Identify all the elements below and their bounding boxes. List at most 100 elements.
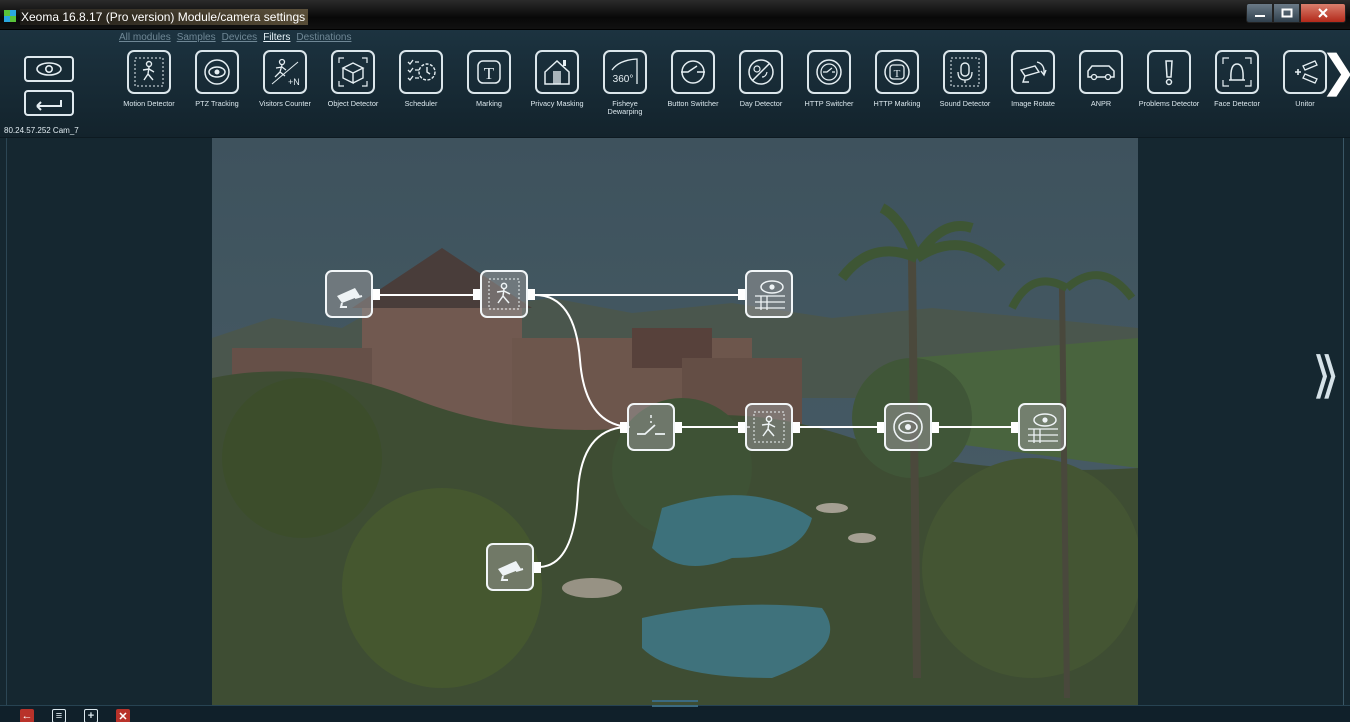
maximize-button[interactable] (1273, 3, 1300, 23)
module-marking[interactable]: T Marking (458, 50, 520, 108)
module-visitors-counter[interactable]: +N Visitors Counter (254, 50, 316, 108)
preview-archive-icon (755, 280, 785, 310)
graph-node-ptz-tracking[interactable] (877, 403, 939, 451)
switcher-icon (637, 415, 665, 435)
object-detector-icon (331, 50, 375, 94)
face-detector-icon (1215, 50, 1259, 94)
view-controls (24, 56, 74, 124)
panel-grip-handle[interactable] (652, 700, 698, 707)
module-label: PTZ Tracking (195, 99, 239, 108)
fisheye-icon: 360° (603, 50, 647, 94)
module-object-detector[interactable]: Object Detector (322, 50, 384, 108)
module-face-detector[interactable]: Face Detector (1206, 50, 1268, 108)
module-privacy-masking[interactable]: Privacy Masking (526, 50, 588, 108)
add-camera-button[interactable]: + (84, 709, 98, 722)
tab-devices[interactable]: Devices (222, 32, 258, 43)
left-panel (0, 138, 212, 705)
graph-node-camera[interactable] (486, 543, 541, 591)
module-http-marking[interactable]: T HTTP Marking (866, 50, 928, 108)
list-view-button[interactable]: ≡ (52, 709, 66, 722)
xeoma-logo-icon (4, 10, 16, 22)
module-label: Face Detector (1214, 99, 1260, 108)
module-day-detector[interactable]: Day Detector (730, 50, 792, 108)
module-anpr[interactable]: ANPR (1070, 50, 1132, 108)
module-label: Fisheye Dewarping (607, 99, 643, 116)
image-rotate-icon (1011, 50, 1055, 94)
return-arrow-icon (36, 100, 62, 111)
tab-filters[interactable]: Filters (263, 32, 290, 43)
module-label: Scheduler (404, 99, 438, 108)
motion-detector-icon (127, 50, 171, 94)
visitors-counter-icon: +N (263, 50, 307, 94)
module-label: HTTP Marking (873, 99, 921, 108)
day-detector-icon (739, 50, 783, 94)
module-label: Marking (476, 99, 502, 108)
module-label: Motion Detector (123, 99, 175, 108)
maximize-icon (1281, 8, 1292, 18)
module-label: Object Detector (327, 99, 379, 108)
modules-scroll-right-button[interactable]: ❯ (1320, 50, 1350, 94)
back-red-button[interactable]: ← (20, 709, 34, 722)
http-marking-icon: T (875, 50, 919, 94)
back-button[interactable] (24, 90, 74, 116)
module-label: Unitor (1295, 99, 1315, 108)
module-problems-detector[interactable]: Problems Detector (1138, 50, 1200, 108)
delete-camera-button[interactable]: ✕ (116, 709, 130, 722)
scheduler-icon (399, 50, 443, 94)
ptz-tracking-icon (195, 50, 239, 94)
graph-node-motion-detector[interactable] (473, 270, 535, 318)
window-controls (1246, 3, 1346, 23)
bottom-toolbar: ← ≡ + ✕ (0, 700, 1350, 722)
module-button-switcher[interactable]: Button Switcher (662, 50, 724, 108)
module-ptz-tracking[interactable]: PTZ Tracking (186, 50, 248, 108)
motion-detector-icon (488, 278, 520, 310)
svg-text:+N: +N (288, 77, 300, 87)
anpr-icon (1079, 50, 1123, 94)
http-switcher-icon (807, 50, 851, 94)
motion-detector-icon (753, 411, 785, 443)
graph-node-preview-archive[interactable] (738, 270, 793, 318)
arrow-left-icon: ← (21, 710, 33, 722)
ptz-tracking-icon (893, 412, 923, 442)
module-fisheye-dewarping[interactable]: 360° Fisheye Dewarping (594, 50, 656, 116)
module-label: Image Rotate (1011, 99, 1055, 108)
graph-node-camera[interactable] (325, 270, 380, 318)
sound-detector-icon (943, 50, 987, 94)
module-sound-detector[interactable]: Sound Detector (934, 50, 996, 108)
marking-icon: T (467, 50, 511, 94)
camera-icon (498, 561, 524, 581)
camera-icon (337, 288, 363, 308)
preview-mode-button[interactable] (24, 56, 74, 82)
window-title: Xeoma 16.8.17 (Pro version) Module/camer… (20, 9, 309, 25)
camera-address-label: 80.24.57.252 Cam_7 (4, 126, 79, 135)
module-label: Sound Detector (939, 99, 991, 108)
privacy-masking-icon (535, 50, 579, 94)
module-http-switcher[interactable]: HTTP Switcher (798, 50, 860, 108)
graph-node-switcher[interactable] (620, 403, 682, 451)
module-label: Button Switcher (667, 99, 719, 108)
module-label: Problems Detector (1138, 99, 1200, 108)
tab-samples[interactable]: Samples (177, 32, 216, 43)
minimize-icon (1254, 15, 1265, 17)
close-button[interactable] (1300, 3, 1346, 23)
module-label: Visitors Counter (259, 99, 311, 108)
minimize-button[interactable] (1246, 3, 1273, 23)
right-panel (1138, 138, 1350, 705)
tab-destinations[interactable]: Destinations (296, 32, 351, 43)
module-scheduler[interactable]: Scheduler (390, 50, 452, 108)
module-label: Privacy Masking (530, 99, 584, 108)
title-bar: Xeoma 16.8.17 (Pro version) Module/camer… (0, 0, 1350, 30)
preview-archive-icon (1028, 413, 1058, 443)
problems-detector-icon (1147, 50, 1191, 94)
module-motion-detector[interactable]: Motion Detector (118, 50, 180, 108)
svg-text:T: T (894, 68, 901, 80)
graph-node-preview-archive[interactable] (1011, 403, 1066, 451)
module-image-rotate[interactable]: Image Rotate (1002, 50, 1064, 108)
tab-all-modules[interactable]: All modules (119, 32, 171, 43)
module-label: HTTP Switcher (804, 99, 854, 108)
expand-right-panel-icon[interactable]: ⟫ (1312, 350, 1340, 400)
module-category-tabs: All modules Samples Devices Filters Dest… (119, 32, 351, 43)
graph-node-motion-detector[interactable] (738, 403, 800, 451)
module-label: Day Detector (739, 99, 783, 108)
app-window: Xeoma 16.8.17 (Pro version) Module/camer… (0, 0, 1350, 722)
